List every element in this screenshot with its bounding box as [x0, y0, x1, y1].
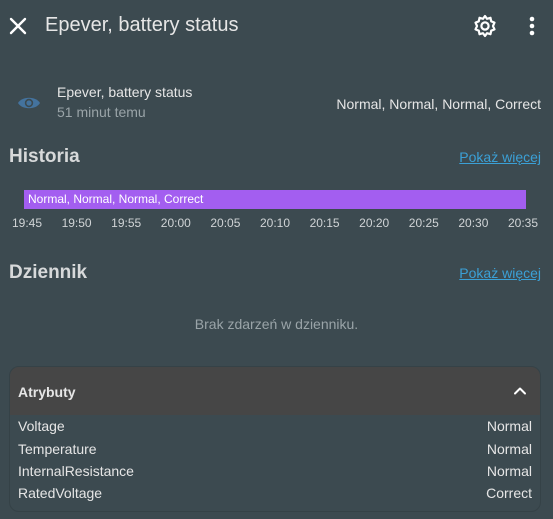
attribute-value: Correct [486, 485, 532, 501]
dialog-title: Epever, battery status [45, 14, 239, 36]
timeline-tick-label: 20:05 [210, 216, 241, 230]
logbook-title: Dziennik [9, 262, 88, 283]
timeline-tick-label: 19:45 [11, 216, 43, 230]
timeline-tick-label: 20:15 [309, 216, 340, 230]
attribute-row: Voltage Normal [10, 418, 540, 440]
entity-name: Epever, battery status [57, 84, 193, 100]
entity-state: Normal, Normal, Normal, Correct [336, 96, 541, 112]
more-vertical-icon[interactable] [520, 13, 544, 39]
timeline-tick-label: 20:30 [458, 216, 489, 230]
attribute-key: RatedVoltage [18, 485, 103, 501]
logbook-empty-message: Brak zdarzeń w dzienniku. [194, 316, 359, 332]
timeline-tick-label: 20:00 [160, 216, 191, 230]
last-changed-time[interactable]: 51 minut temu [57, 104, 146, 120]
gear-icon[interactable] [472, 13, 498, 39]
close-icon[interactable] [6, 12, 30, 40]
attribute-value: Normal [486, 441, 532, 457]
logbook-show-more-link[interactable]: Pokaż więcej [459, 265, 541, 281]
attribute-key: Voltage [18, 418, 65, 434]
history-show-more-link[interactable]: Pokaż więcej [459, 149, 541, 165]
attribute-row: Temperature Normal [10, 441, 540, 463]
timeline-tick-label: 19:50 [61, 216, 92, 230]
timeline-tick-label: 19:55 [111, 216, 142, 230]
attributes-title: Atrybuty [18, 384, 76, 400]
dialog-header: Epever, battery status [0, 0, 553, 52]
history-title: Historia [9, 146, 80, 167]
chevron-up-icon[interactable] [512, 383, 528, 399]
attribute-value: Normal [486, 463, 532, 479]
attribute-row: InternalResistance Normal [10, 463, 540, 485]
history-timeline-bar[interactable]: Normal, Normal, Normal, Correct [24, 190, 526, 209]
attribute-value: Normal [486, 418, 532, 434]
attributes-panel: Atrybuty Voltage Normal Temperature Norm… [9, 366, 541, 512]
entity-row: Epever, battery status 51 minut temu Nor… [0, 80, 553, 128]
eye-icon [16, 92, 42, 114]
attribute-key: InternalResistance [18, 463, 134, 479]
timeline-tick-label: 20:10 [259, 216, 291, 230]
attributes-expander[interactable]: Atrybuty [10, 367, 540, 415]
attribute-row: RatedVoltage Correct [10, 485, 540, 507]
attribute-key: Temperature [18, 441, 97, 457]
timeline-tick-label: 20:25 [408, 216, 439, 230]
timeline-tick-label: 20:35 [507, 216, 539, 230]
timeline-tick-label: 20:20 [359, 216, 390, 230]
